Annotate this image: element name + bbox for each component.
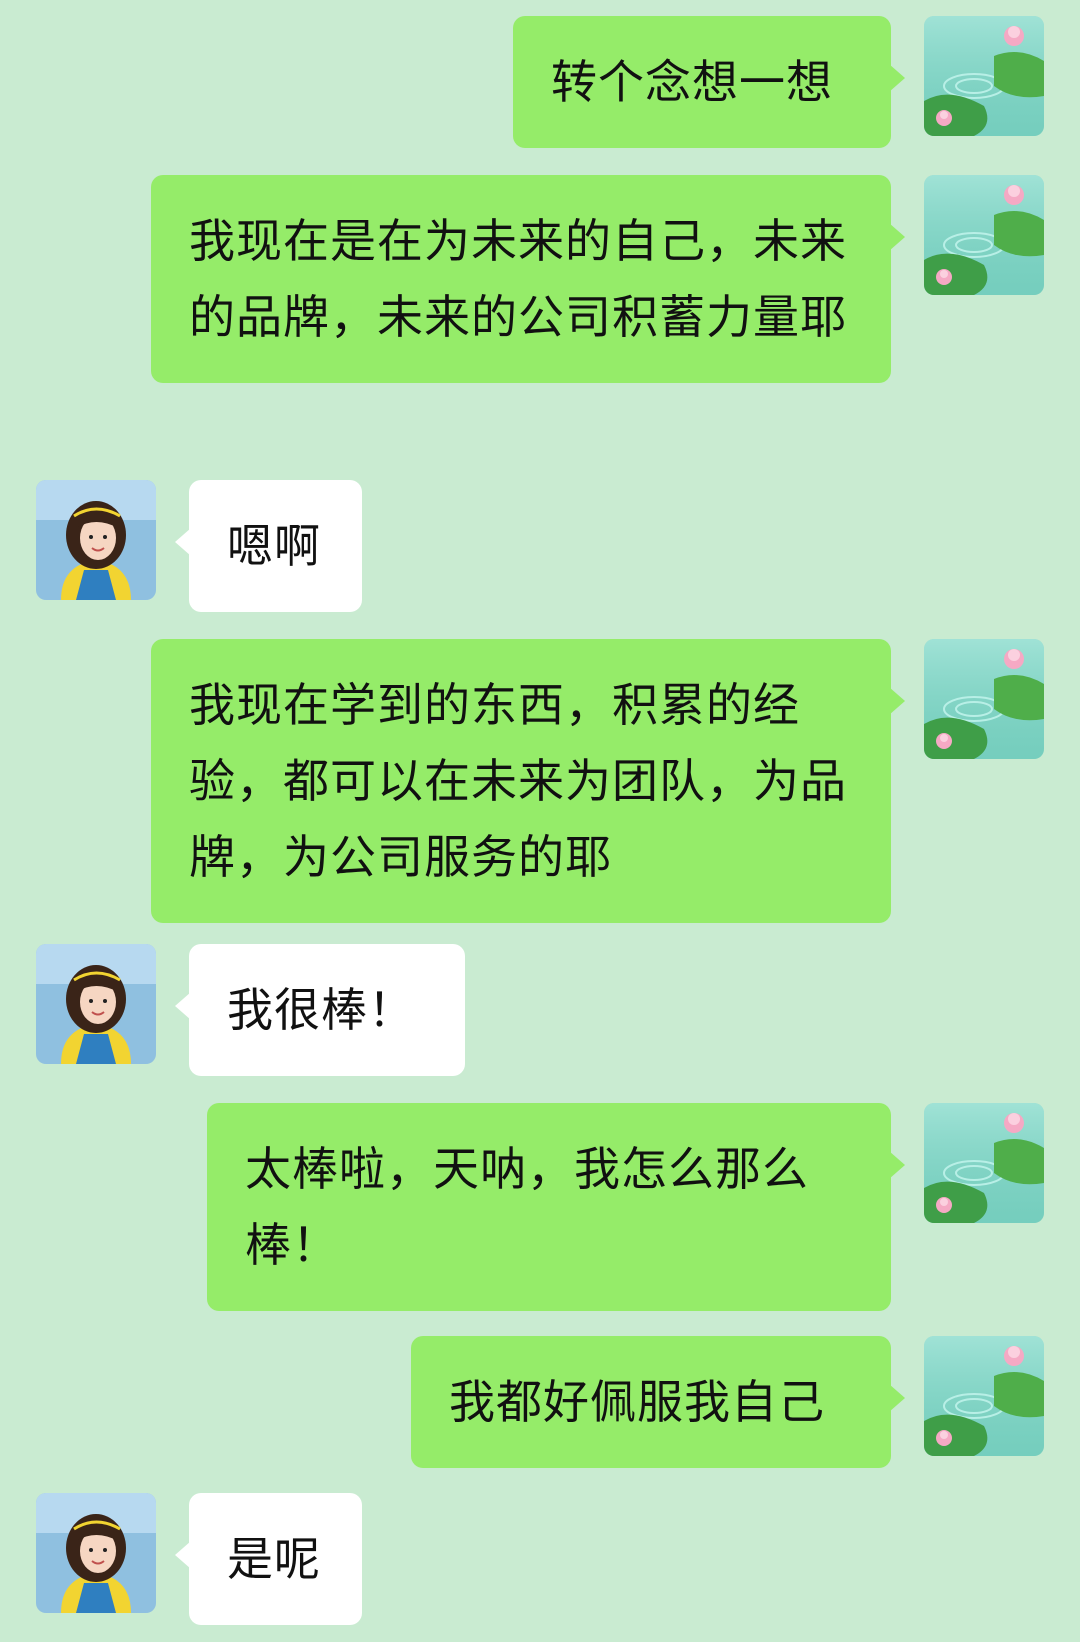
received-message-bubble[interactable]: 嗯啊 (175, 480, 362, 612)
my-avatar[interactable] (924, 1336, 1044, 1456)
my-avatar[interactable] (924, 175, 1044, 295)
my-avatar[interactable] (924, 16, 1044, 136)
contact-avatar[interactable] (36, 1493, 156, 1613)
sent-message-bubble[interactable]: 我都好佩服我自己 (411, 1336, 905, 1468)
received-message-bubble[interactable]: 是呢 (175, 1493, 362, 1625)
sent-message-bubble[interactable]: 太棒啦，天呐，我怎么那么棒！ (207, 1103, 905, 1311)
sent-message-bubble[interactable]: 转个念想一想 (513, 16, 905, 148)
my-avatar[interactable] (924, 639, 1044, 759)
my-avatar[interactable] (924, 1103, 1044, 1223)
sent-message-bubble[interactable]: 我现在学到的东西，积累的经验，都可以在未来为团队，为品牌，为公司服务的耶 (151, 639, 905, 923)
received-message-bubble[interactable]: 我很棒！ (175, 944, 465, 1076)
sent-message-bubble[interactable]: 我现在是在为未来的自己，未来的品牌，未来的公司积蓄力量耶 (151, 175, 905, 383)
contact-avatar[interactable] (36, 480, 156, 600)
contact-avatar[interactable] (36, 944, 156, 1064)
